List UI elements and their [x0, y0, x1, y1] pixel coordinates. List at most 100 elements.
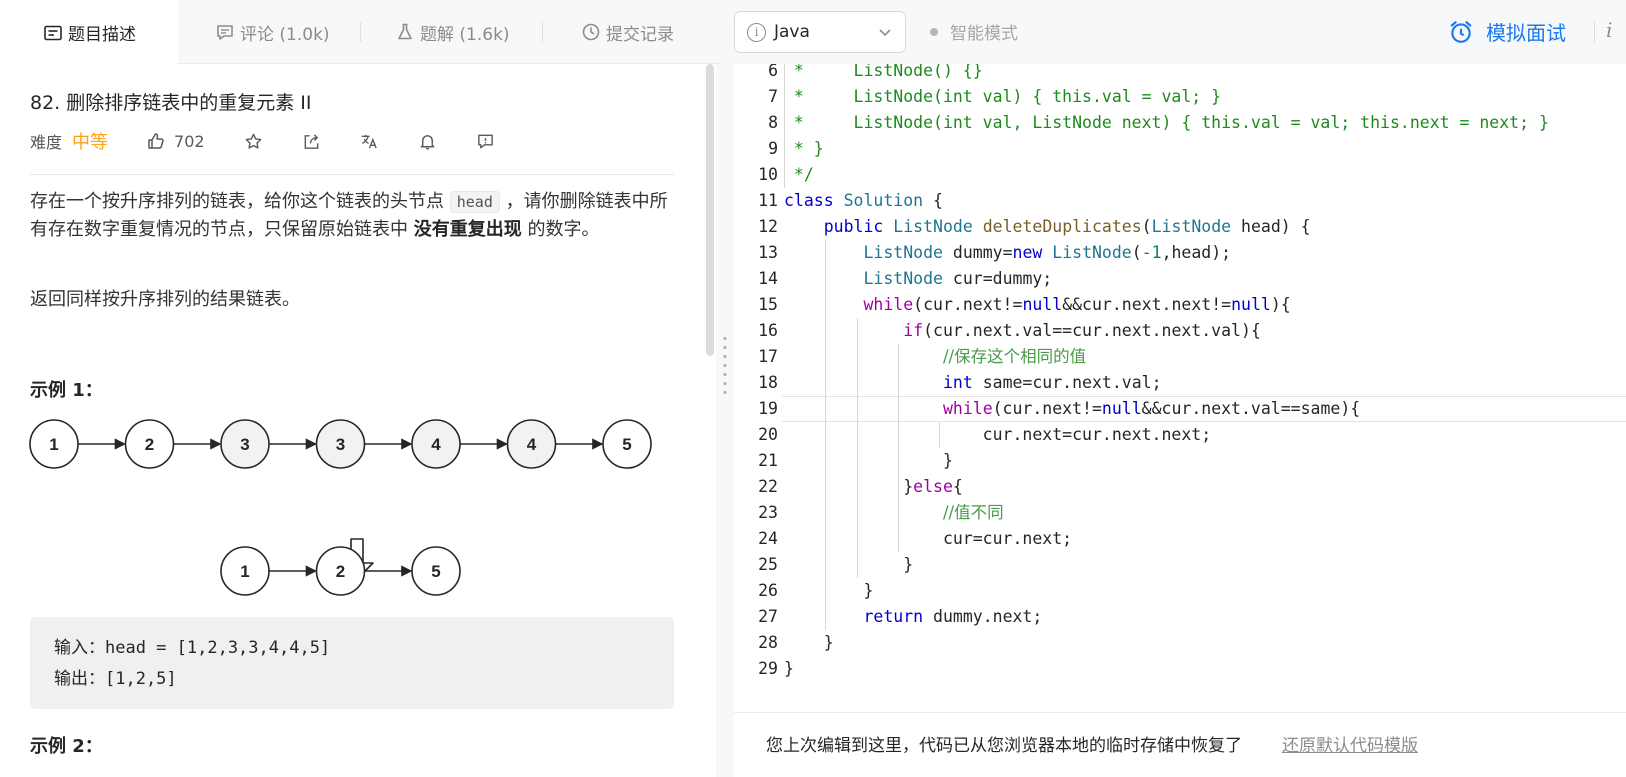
translate-icon[interactable] [359, 130, 381, 152]
code-line[interactable]: 15 while(cur.next!=null&&cur.next.next!=… [734, 292, 1626, 318]
tab-description[interactable]: 题目描述 [0, 0, 178, 65]
line-number: 22 [758, 477, 778, 496]
code-text: */ [784, 165, 814, 184]
flask-icon [394, 21, 416, 43]
code-editor[interactable]: 6 * ListNode() {} 7 * ListNode(int val) {… [734, 64, 1626, 712]
list-node-value: 5 [622, 435, 631, 454]
example-input: 输入：head = [1,2,3,3,4,4,5] [54, 638, 331, 658]
code-line[interactable]: 7 * ListNode(int val) { this.val = val; … [734, 84, 1626, 110]
tab-label: 评论 (1.0k) [240, 24, 330, 45]
code-line[interactable]: 21 } [734, 448, 1626, 474]
code-text: } [784, 581, 874, 600]
result-list: 1 2 5 [220, 546, 461, 596]
tab-label: 题目描述 [68, 25, 136, 45]
example-1-title: 示例 1： [30, 380, 103, 401]
code-line[interactable]: 11 class Solution { [734, 188, 1626, 214]
feedback-icon[interactable] [475, 130, 497, 152]
line-number: 6 [768, 64, 778, 80]
line-number: 28 [758, 633, 778, 652]
restore-message: 您上次编辑到这里，代码已从您浏览器本地的临时存储中恢复了 [766, 736, 1242, 756]
panel-scrollbar[interactable] [706, 64, 714, 356]
indent-guide [857, 318, 858, 578]
list-node: 2 [315, 546, 366, 596]
tab-label: 题解 (1.6k) [420, 24, 510, 45]
restore-default-code-link[interactable]: 还原默认代码模版 [1282, 731, 1418, 756]
tab-comments[interactable]: 评论 (1.0k) [214, 0, 330, 64]
code-line[interactable]: 10 */ [734, 162, 1626, 188]
mock-interview-button[interactable]: 模拟面试 [1448, 17, 1566, 46]
code-line[interactable]: 28 } [734, 630, 1626, 656]
alarm-clock-icon [1450, 20, 1472, 43]
code-text: cur.next=cur.next.next; [784, 425, 1212, 444]
code-text: return dummy.next; [863, 607, 1043, 626]
code-line[interactable]: 13 ListNode dummy=new ListNode(-1,head); [734, 240, 1626, 266]
tab-submissions[interactable]: 提交记录 [580, 0, 674, 64]
problem-statement-2: 返回同样按升序排列的结果链表。 [30, 289, 300, 310]
bell-icon[interactable] [417, 130, 439, 152]
tab-solutions[interactable]: 题解 (1.6k) [394, 0, 510, 64]
code-text: int same=cur.next.val; [942, 373, 1162, 392]
line-number: 26 [758, 581, 778, 600]
code-line[interactable]: 27 return dummy.next; [734, 604, 1626, 630]
code-line[interactable]: 16 if(cur.next.val==cur.next.next.val){ [734, 318, 1626, 344]
code-line[interactable]: 8 * ListNode(int val, ListNode next) { t… [734, 110, 1626, 136]
code-line[interactable]: 29} [734, 656, 1626, 682]
code-text: //保存这个相同的值 [942, 347, 1087, 366]
mock-interview-label: 模拟面试 [1486, 21, 1566, 45]
code-line[interactable]: 24 cur=cur.next; [734, 526, 1626, 552]
code-text: public ListNode deleteDuplicates(ListNod… [823, 217, 1311, 236]
code-line[interactable]: 19 while(cur.next!=null&&cur.next.val==s… [734, 396, 1626, 422]
line-number: 8 [768, 113, 778, 132]
code-line[interactable]: 12 public ListNode deleteDuplicates(List… [734, 214, 1626, 240]
code-line[interactable]: 22 }else{ [734, 474, 1626, 500]
code-text: ListNode dummy=new ListNode(-1,head); [863, 243, 1232, 262]
code-text: } [784, 633, 834, 652]
chevron-down-icon [879, 29, 891, 37]
code-text: } [784, 451, 953, 470]
indent-guide [825, 240, 826, 630]
line-number: 13 [758, 243, 778, 262]
list-node-value: 2 [145, 435, 154, 454]
code-line[interactable]: 17 //保存这个相同的值 [734, 344, 1626, 370]
list-node-value: 3 [336, 435, 345, 454]
code-text: class Solution { [784, 191, 943, 210]
list-node: 2 [124, 419, 175, 469]
line-number: 18 [758, 373, 778, 392]
share-icon[interactable] [301, 130, 323, 152]
italic-info-icon[interactable]: i [1606, 18, 1612, 42]
toolbar-divider [1594, 22, 1595, 42]
code-text: } [784, 555, 914, 574]
smart-mode-toggle[interactable]: 智能模式 [930, 19, 1018, 44]
panel-resize-handle[interactable] [716, 64, 734, 777]
code-line[interactable]: 14 ListNode cur=dummy; [734, 266, 1626, 292]
tab-divider [542, 22, 543, 42]
editor-toolbar: i Java 智能模式 模拟面试 i [734, 0, 1626, 64]
line-number: 20 [758, 425, 778, 444]
problem-statement: 存在一个按升序排列的链表，给你这个链表的头节点 head ，请你删除链表中所有存… [30, 188, 670, 244]
original-list: 1 2 3 3 4 4 5 [29, 419, 652, 469]
code-line[interactable]: 6 * ListNode() {} [734, 64, 1626, 84]
example-1-io: 输入：head = [1,2,3,3,4,4,5] 输出：[1,2,5] [30, 617, 674, 709]
statement-text: 存在一个按升序排列的链表，给你这个链表的头节点 [30, 191, 444, 212]
line-number: 24 [758, 529, 778, 548]
code-line[interactable]: 20 cur.next=cur.next.next; [734, 422, 1626, 448]
code-line[interactable]: 9 * } [734, 136, 1626, 162]
indent-guide [939, 422, 940, 448]
code-line[interactable]: 18 int same=cur.next.val; [734, 370, 1626, 396]
editor-status-bar: 您上次编辑到这里，代码已从您浏览器本地的临时存储中恢复了 还原默认代码模版 [734, 712, 1626, 777]
info-icon: i [747, 22, 766, 42]
code-line[interactable]: 23 //值不同 [734, 500, 1626, 526]
description-icon [42, 22, 64, 44]
like-button[interactable]: 702 [146, 131, 205, 151]
star-icon[interactable] [243, 130, 265, 152]
line-number: 14 [758, 269, 778, 288]
line-number: 15 [758, 295, 778, 314]
code-text: * ListNode(int val, ListNode next) { thi… [784, 113, 1549, 132]
language-select[interactable]: i Java [734, 11, 906, 53]
example-output: 输出：[1,2,5] [54, 669, 177, 689]
code-line[interactable]: 25 } [734, 552, 1626, 578]
code-line[interactable]: 26 } [734, 578, 1626, 604]
list-node-value: 2 [336, 562, 345, 581]
list-node: 5 [602, 419, 652, 469]
indent-guide [898, 344, 899, 552]
